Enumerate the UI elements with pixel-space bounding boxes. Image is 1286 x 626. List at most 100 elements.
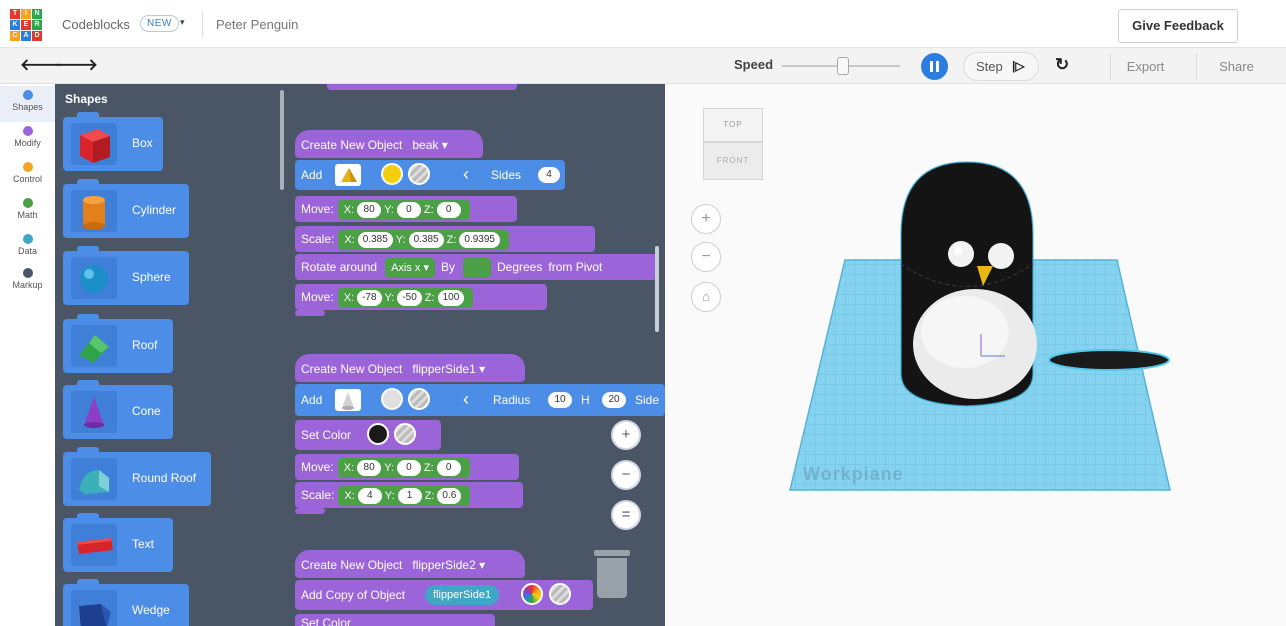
copy-source-variable[interactable]: flipperSide1 xyxy=(425,585,500,605)
redo-icon[interactable]: 🡒 xyxy=(55,54,98,75)
hole-swatch-icon[interactable] xyxy=(408,163,430,185)
set-color-block[interactable]: Set Color xyxy=(295,420,441,450)
scale-block[interactable]: Scale: X: 4 Y: 1 Z: 0.6 xyxy=(295,482,523,508)
y-input[interactable]: 1 xyxy=(397,487,422,504)
category-control[interactable]: Control xyxy=(0,160,55,196)
zoom-reset-icon[interactable]: = xyxy=(611,500,641,530)
give-feedback-button[interactable]: Give Feedback xyxy=(1118,9,1238,43)
cone-thumb-icon[interactable] xyxy=(335,389,361,411)
add-shape-block[interactable]: Add ‹ Radius 10 H 20 Side xyxy=(295,384,665,416)
roof-thumb-icon[interactable] xyxy=(335,164,361,186)
flyout-scrollbar[interactable] xyxy=(280,90,284,190)
multicolor-swatch-icon[interactable] xyxy=(521,583,543,605)
category-modify[interactable]: Modify xyxy=(0,124,55,160)
scale-block[interactable]: Scale: X: 0.385 Y: 0.385 Z: 0.9395 xyxy=(295,226,595,252)
x-input[interactable]: 4 xyxy=(357,487,382,504)
hole-swatch-icon[interactable] xyxy=(394,423,416,445)
export-button[interactable]: Export xyxy=(1110,53,1180,80)
z-input[interactable]: 0.6 xyxy=(437,487,462,504)
y-label: Y: xyxy=(384,203,394,216)
chevron-down-icon[interactable]: ▾ xyxy=(180,17,185,28)
create-object-block[interactable]: Create New Object flipperSide2 ▾ xyxy=(295,550,525,578)
chevron-left-icon[interactable]: ‹ xyxy=(463,384,469,414)
workplane-label: Workpiane xyxy=(803,464,904,484)
set-color-block-partial[interactable]: Set Color xyxy=(295,614,495,626)
object-name-dropdown[interactable]: flipperSide2 xyxy=(412,550,475,580)
y-label: Y: xyxy=(395,233,406,246)
z-input[interactable]: 0 xyxy=(436,459,461,476)
add-copy-block[interactable]: Add Copy of Object flipperSide1 xyxy=(295,580,593,610)
create-object-block[interactable]: Create New Object flipperSide1 ▾ xyxy=(295,354,525,382)
z-input[interactable]: 0 xyxy=(436,201,461,218)
hole-swatch-icon[interactable] xyxy=(549,583,571,605)
object-name-dropdown[interactable]: beak xyxy=(412,130,438,160)
y-input[interactable]: -50 xyxy=(397,289,422,306)
penguin-flipper[interactable] xyxy=(1048,349,1170,371)
hole-swatch-icon[interactable] xyxy=(408,388,430,410)
x-input[interactable]: 80 xyxy=(357,459,382,476)
y-label: Y: xyxy=(384,461,394,474)
shape-block-wedge[interactable]: Wedge xyxy=(63,579,189,626)
header-divider xyxy=(202,12,203,38)
sides-label: Side xyxy=(635,393,660,407)
object-name-dropdown[interactable]: flipperSide1 xyxy=(412,354,475,384)
create-object-block[interactable]: Create New Object beak ▾ xyxy=(295,130,483,158)
shape-block-box[interactable]: Box xyxy=(63,112,163,171)
color-swatch-yellow[interactable] xyxy=(381,163,403,185)
category-label: Markup xyxy=(12,280,43,290)
chevron-left-icon[interactable]: ‹ xyxy=(463,160,469,188)
category-data[interactable]: Data xyxy=(0,232,55,268)
set-color-label: Set Color xyxy=(301,616,352,626)
shape-block-text[interactable]: Text xyxy=(63,513,173,572)
color-swatch-black[interactable] xyxy=(367,423,389,445)
penguin-body[interactable] xyxy=(900,161,1037,407)
pause-button[interactable] xyxy=(921,53,948,80)
workspace-scrollbar[interactable] xyxy=(655,246,659,332)
app-name[interactable]: Codeblocks xyxy=(62,17,130,32)
y-label: Y: xyxy=(384,489,395,502)
code-workspace[interactable]: Create New Object beak ▾ Add ‹ Sides 4 Mo… xyxy=(287,84,665,626)
reset-icon[interactable]: ↻ xyxy=(1055,55,1069,75)
cylinder-icon xyxy=(71,190,117,232)
zoom-out-icon[interactable]: − xyxy=(611,460,641,490)
y-input[interactable]: 0 xyxy=(396,459,421,476)
box-icon xyxy=(71,123,117,165)
z-input[interactable]: 0.9395 xyxy=(459,231,500,248)
h-input[interactable]: 20 xyxy=(602,392,626,408)
shape-block-roof[interactable]: Roof xyxy=(63,314,173,373)
move-block[interactable]: Move: X: 80 Y: 0 Z: 0 xyxy=(295,454,519,480)
color-swatch-white[interactable] xyxy=(381,388,403,410)
share-button[interactable]: Share xyxy=(1196,53,1276,80)
category-shapes[interactable]: Shapes xyxy=(0,86,55,122)
project-name[interactable]: Peter Penguin xyxy=(216,17,298,32)
axis-dropdown[interactable]: Axis x ▾ xyxy=(385,257,435,278)
x-input[interactable]: 0.385 xyxy=(357,231,393,248)
degrees-input[interactable] xyxy=(463,257,491,278)
x-input[interactable]: 80 xyxy=(357,201,382,218)
partial-block[interactable] xyxy=(327,84,517,90)
shape-block-cylinder[interactable]: Cylinder xyxy=(63,179,189,238)
shape-block-round-roof[interactable]: Round Roof xyxy=(63,447,211,506)
category-math[interactable]: Math xyxy=(0,196,55,232)
move-block[interactable]: Move: X: -78 Y: -50 Z: 100 xyxy=(295,284,547,310)
3d-viewport[interactable]: TOP FRONT + − ⌂ Workpiane xyxy=(665,84,1286,626)
add-shape-block[interactable]: Add ‹ Sides 4 xyxy=(295,160,565,190)
z-input[interactable]: 100 xyxy=(437,289,465,306)
y-input[interactable]: 0 xyxy=(396,201,421,218)
tinkercad-logo[interactable]: TIN KER CAD xyxy=(10,9,42,41)
category-markup[interactable]: Markup xyxy=(0,266,55,302)
z-label: Z: xyxy=(446,233,457,246)
x-input[interactable]: -78 xyxy=(357,289,382,306)
sides-input[interactable]: 4 xyxy=(538,167,560,183)
move-block[interactable]: Move: X: 80 Y: 0 Z: 0 xyxy=(295,196,517,222)
y-input[interactable]: 0.385 xyxy=(408,231,444,248)
rotate-block[interactable]: Rotate around Axis x ▾ By Degrees from Pivot xyxy=(295,254,657,280)
trash-icon[interactable] xyxy=(594,550,630,598)
zoom-in-icon[interactable]: + xyxy=(611,420,641,450)
speed-slider-thumb[interactable] xyxy=(837,57,849,75)
shape-block-cone[interactable]: Cone xyxy=(63,380,173,439)
step-button[interactable]: Step |▷ xyxy=(963,52,1039,81)
radius-input[interactable]: 10 xyxy=(548,392,572,408)
category-label: Math xyxy=(17,210,38,220)
shape-block-sphere[interactable]: Sphere xyxy=(63,246,189,305)
